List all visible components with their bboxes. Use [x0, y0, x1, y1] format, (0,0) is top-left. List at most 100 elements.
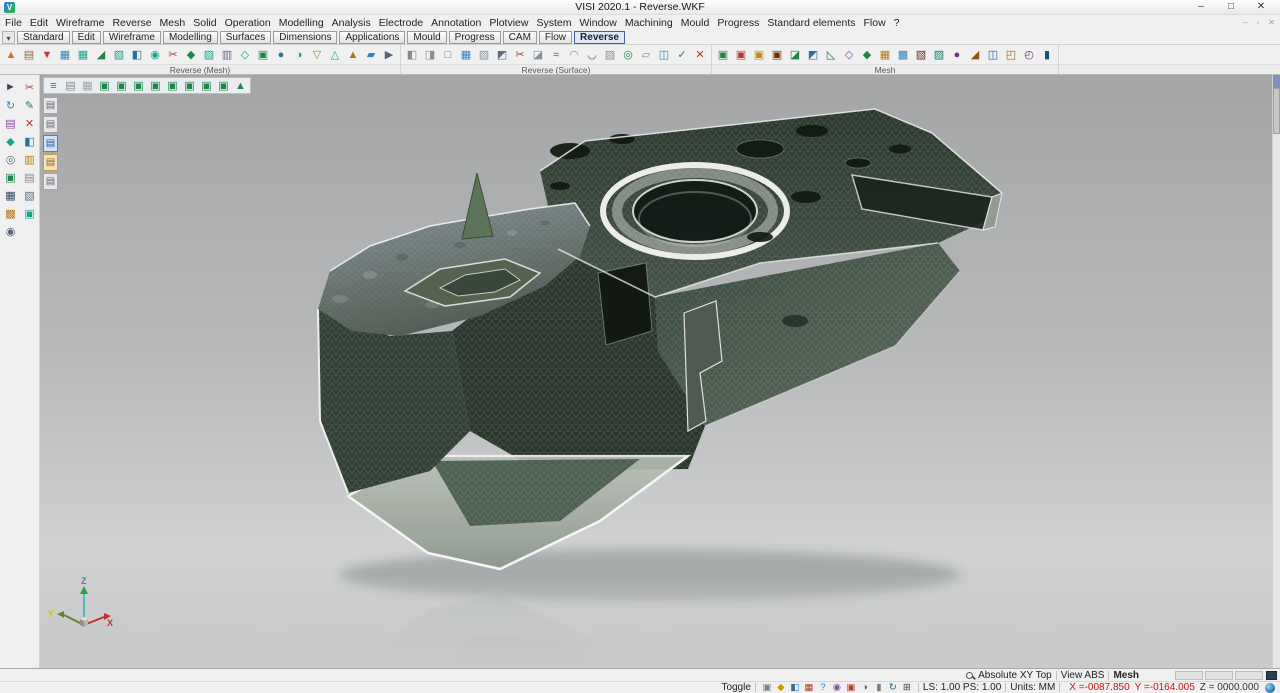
view-right-icon[interactable]: ▣ [147, 78, 164, 93]
mesh-remesh-icon[interactable]: ▨ [930, 46, 948, 63]
mesh-hull-icon[interactable]: ◇ [840, 46, 858, 63]
surface-patch-icon[interactable]: ◨ [421, 46, 439, 63]
palette-tool-icon[interactable]: ▩ [1, 204, 20, 222]
tab-reverse[interactable]: Reverse [574, 31, 625, 44]
marker-icon[interactable]: ▼ [38, 46, 56, 63]
view-panel-icon[interactable]: ▤ [62, 78, 79, 93]
mesh-section-icon[interactable]: ▥ [218, 46, 236, 63]
tab-surfaces[interactable]: Surfaces [220, 31, 271, 44]
mesh-export-icon[interactable]: ▶ [380, 46, 398, 63]
mesh-trim-icon[interactable]: ✂ [164, 46, 182, 63]
refresh-view-icon[interactable]: ↻ [886, 682, 900, 693]
mesh-boolean-subtract-icon[interactable]: ▣ [750, 46, 768, 63]
scrollbar-top-button[interactable] [1273, 75, 1280, 88]
cube-display-icon[interactable]: ▣ [844, 682, 858, 693]
mesh-thicken-icon[interactable]: ▦ [876, 46, 894, 63]
menu-reverse[interactable]: Reverse [108, 17, 155, 29]
import-scan-icon[interactable]: ▲ [2, 46, 20, 63]
menu-file[interactable]: File [1, 17, 26, 29]
shading-icon[interactable]: ◑ [858, 682, 872, 693]
sheet-2-icon[interactable]: ▤ [43, 116, 58, 133]
mesh-hole-cap-icon[interactable]: ● [948, 46, 966, 63]
mesh-smooth-icon[interactable]: ◧ [128, 46, 146, 63]
mesh-cut-plane-icon[interactable]: ◪ [786, 46, 804, 63]
layer-lock-icon[interactable]: ◆ [774, 682, 788, 693]
selection-filter-icon[interactable]: ▣ [760, 682, 774, 693]
mesh-mirror-icon[interactable]: ◫ [984, 46, 1002, 63]
cylinder-icon[interactable]: ▮ [872, 682, 886, 693]
select-tool-icon[interactable]: ► [1, 78, 20, 96]
mesh-offset-icon[interactable]: ▨ [200, 46, 218, 63]
surface-check-icon[interactable]: ✓ [673, 46, 691, 63]
surface-offset-icon[interactable]: ▨ [601, 46, 619, 63]
plot-tool-icon[interactable]: ▦ [1, 186, 20, 204]
sheet-1-icon[interactable]: ▤ [43, 97, 58, 114]
menu-system[interactable]: System [532, 17, 575, 29]
magnet-icon[interactable]: ◉ [830, 682, 844, 693]
sheet-4-icon[interactable]: ▤ [43, 154, 58, 171]
tab-progress[interactable]: Progress [449, 31, 501, 44]
view-back-icon[interactable]: ▣ [164, 78, 181, 93]
mesh-info-icon[interactable]: ▮ [1038, 46, 1056, 63]
tab-applications[interactable]: Applications [339, 31, 405, 44]
menu-help[interactable]: ? [890, 17, 904, 29]
curve-extract-icon[interactable]: ≈ [547, 46, 565, 63]
view-front-icon[interactable]: ▣ [130, 78, 147, 93]
viewport[interactable]: ≡▤▦▣▣▣▣▣▣▣▣▲ ▤▤▤▤▤ Z X Y [40, 75, 1272, 668]
tab-cam[interactable]: CAM [503, 31, 537, 44]
view-list-icon[interactable]: ≡ [45, 78, 62, 93]
view-left-icon[interactable]: ▣ [181, 78, 198, 93]
mesh-compare-icon[interactable]: ▣ [254, 46, 272, 63]
menu-mesh[interactable]: Mesh [156, 17, 190, 29]
viewport-canvas[interactable] [40, 75, 1272, 668]
tab-modelling[interactable]: Modelling [163, 31, 218, 44]
mesh-scale-icon[interactable]: ◰ [1002, 46, 1020, 63]
surface-trim-icon[interactable]: ✂ [511, 46, 529, 63]
mesh-wrap-icon[interactable]: ◆ [858, 46, 876, 63]
surface-stitch-icon[interactable]: ◫ [655, 46, 673, 63]
dynamic-rotate-icon[interactable]: ↻ [1, 96, 20, 114]
menu-machining[interactable]: Machining [621, 17, 677, 29]
cloud-filter-icon[interactable]: ▦ [74, 46, 92, 63]
mesh-deviation-icon[interactable]: ● [272, 46, 290, 63]
tab-wireframe[interactable]: Wireframe [103, 31, 161, 44]
maximize-button[interactable]: □ [1216, 0, 1246, 14]
clipboard-tool-icon[interactable]: ▥ [20, 150, 39, 168]
menu-wireframe[interactable]: Wireframe [52, 17, 108, 29]
print3d-tool-icon[interactable]: ▣ [20, 204, 39, 222]
menu-plotview[interactable]: Plotview [485, 17, 532, 29]
menu-analysis[interactable]: Analysis [328, 17, 375, 29]
close-button[interactable]: ✕ [1246, 0, 1276, 14]
tab-mould[interactable]: Mould [407, 31, 446, 44]
viewport-scrollbar[interactable] [1272, 75, 1280, 668]
point-cloud-icon[interactable]: ▦ [56, 46, 74, 63]
menu-modelling[interactable]: Modelling [275, 17, 328, 29]
sketch-tool-icon[interactable]: ✎ [20, 96, 39, 114]
mesh-cube-view-icon[interactable]: ▣ [714, 46, 732, 63]
printer-tool-icon[interactable]: ▧ [20, 186, 39, 204]
tab-dimensions[interactable]: Dimensions [273, 31, 337, 44]
menu-window[interactable]: Window [575, 17, 620, 29]
mesh-sculpt-icon[interactable]: ▲ [344, 46, 362, 63]
mesh-shell-icon[interactable]: ▣ [768, 46, 786, 63]
mesh-project-icon[interactable]: ◢ [966, 46, 984, 63]
menu-edit[interactable]: Edit [26, 17, 52, 29]
sheet-3-icon[interactable]: ▤ [43, 135, 58, 152]
mode-label[interactable]: Mesh [1113, 670, 1139, 681]
mdi-close-icon[interactable]: ✕ [1268, 15, 1275, 30]
mesh-align-icon[interactable]: ◇ [236, 46, 254, 63]
mesh-flip-icon[interactable]: ◑ [290, 46, 308, 63]
view-manager-icon[interactable]: ▣ [1, 168, 20, 186]
mesh-repair-icon[interactable]: ▧ [110, 46, 128, 63]
measure-tool-icon[interactable]: ◧ [20, 132, 39, 150]
mesh-smooth-region-icon[interactable]: ▩ [894, 46, 912, 63]
grid-toggle-icon[interactable]: ⊞ [900, 682, 914, 693]
grid-snap-icon[interactable]: ▦ [802, 682, 816, 693]
surface-extend-icon[interactable]: ◩ [493, 46, 511, 63]
layers-tool-icon[interactable]: ▤ [1, 114, 20, 132]
scrollbar-thumb[interactable] [1273, 88, 1280, 134]
menu-annotation[interactable]: Annotation [427, 17, 485, 29]
view-shaded-icon[interactable]: ▦ [79, 78, 96, 93]
tab-standard[interactable]: Standard [17, 31, 70, 44]
mesh-refine-icon[interactable]: △ [326, 46, 344, 63]
